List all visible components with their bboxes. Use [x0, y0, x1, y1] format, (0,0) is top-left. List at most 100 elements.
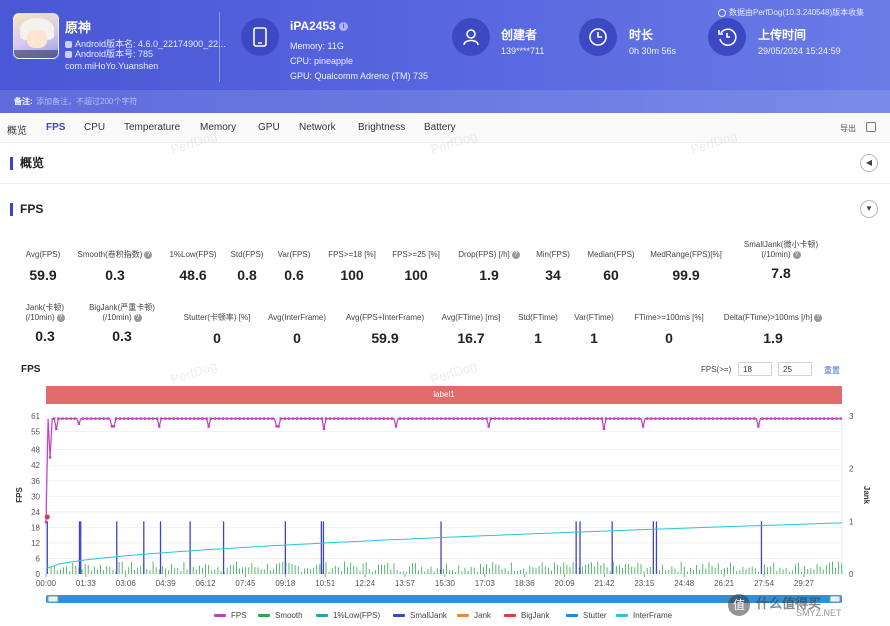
stat-label-unit: (/10min)?: [67, 313, 177, 323]
help-icon[interactable]: ?: [814, 313, 823, 322]
x-tick-label: 18:36: [515, 579, 536, 588]
fps-point: [345, 417, 348, 420]
fps-point: [176, 417, 179, 420]
clock-icon: [579, 18, 617, 56]
fps-point: [596, 417, 599, 420]
fps-point: [670, 417, 674, 420]
legend-item[interactable]: BigJank: [504, 611, 549, 620]
fps-point: [320, 417, 324, 420]
legend-item[interactable]: InterFrame: [616, 611, 672, 620]
tab-cpu[interactable]: CPU: [84, 122, 105, 133]
fps-point: [740, 417, 744, 420]
help-icon[interactable]: ?: [792, 250, 801, 259]
app-version-code: Android版本号: 785: [65, 47, 153, 60]
fps-point: [460, 417, 464, 420]
legend-item[interactable]: SmallJank: [393, 611, 447, 620]
fps-point: [386, 417, 389, 420]
fps-point: [263, 417, 266, 420]
export-icon[interactable]: [866, 122, 876, 132]
fps-point: [526, 417, 529, 420]
fps-filter-input-a[interactable]: 18: [738, 362, 772, 376]
fps-point: [415, 417, 418, 420]
fps-point: [473, 417, 476, 420]
fps-point: [267, 417, 270, 420]
tab-network[interactable]: Network: [299, 122, 336, 133]
tab-overview[interactable]: 概览: [7, 122, 27, 137]
fps-point: [588, 417, 591, 420]
collapse-down-icon[interactable]: ▼: [860, 200, 878, 218]
legend-label: Jank: [474, 611, 491, 620]
fps-point: [765, 417, 768, 420]
fps-point: [493, 417, 497, 420]
legend-item[interactable]: Smooth: [258, 611, 303, 620]
fps-point: [110, 425, 114, 428]
tab-battery[interactable]: Battery: [424, 122, 456, 133]
note-input[interactable]: 添加备注，不超过200个字符: [36, 96, 137, 107]
help-icon[interactable]: ?: [133, 313, 142, 322]
x-tick-label: 00:00: [36, 579, 57, 588]
fps-filter-input-b[interactable]: 25: [778, 362, 812, 376]
tab-gpu[interactable]: GPU: [258, 122, 280, 133]
fps-point: [794, 417, 797, 420]
fps-point: [629, 417, 632, 420]
fps-point: [112, 425, 116, 428]
tab-fps[interactable]: FPS: [46, 122, 65, 133]
fps-point: [831, 417, 834, 420]
android-icon: [65, 51, 72, 59]
fps-point: [608, 417, 612, 420]
fps-point: [555, 417, 558, 420]
overview-title: 概览: [10, 157, 44, 170]
fps-point: [814, 417, 818, 420]
legend-item[interactable]: Jank: [457, 611, 491, 620]
scrollbar-handle-left[interactable]: [47, 595, 59, 603]
x-tick-label: 09:18: [275, 579, 296, 588]
fps-point: [604, 417, 608, 420]
fps-point: [304, 417, 307, 420]
fps-point: [584, 417, 587, 420]
fps-point: [341, 417, 344, 420]
export-button[interactable]: 导出: [840, 123, 856, 134]
tab-temperature[interactable]: Temperature: [124, 122, 180, 133]
fps-point: [403, 417, 406, 420]
fps-point: [530, 417, 534, 420]
tab-bar: 概览 FPS CPU Temperature Memory GPU Networ…: [0, 113, 890, 143]
collapse-left-icon[interactable]: ◀: [860, 154, 878, 172]
reset-link[interactable]: 重置: [824, 365, 840, 376]
tab-memory[interactable]: Memory: [200, 122, 236, 133]
fps-point: [143, 417, 147, 420]
fps-point: [773, 417, 777, 420]
label-bar[interactable]: label1: [46, 386, 842, 404]
stat-value: 99.9: [672, 267, 700, 283]
watermark: PerfDog: [428, 357, 479, 388]
fps-chart[interactable]: 061218243036424855610123FPS Jank00:00 01:3…: [0, 404, 890, 608]
y-tick-label: 24: [31, 508, 40, 517]
fps-point: [155, 417, 159, 420]
fps-point: [254, 417, 258, 420]
fps-point: [662, 417, 665, 420]
info-icon[interactable]: i: [339, 22, 349, 32]
legend-item[interactable]: Stutter: [566, 611, 607, 620]
legend-label: 1%Low(FPS): [333, 611, 381, 620]
fps-point: [423, 417, 427, 420]
x-tick-label: 12:24: [355, 579, 376, 588]
fps-point: [732, 417, 735, 420]
fps-point: [674, 417, 678, 420]
fps-point: [707, 417, 711, 420]
tab-brightness[interactable]: Brightness: [358, 122, 405, 133]
fps-point: [279, 417, 282, 420]
fps-point: [250, 417, 254, 420]
time-scrollbar[interactable]: [46, 595, 842, 603]
fps-point: [184, 417, 188, 420]
help-icon[interactable]: ?: [56, 313, 65, 322]
fps-point: [98, 417, 101, 420]
chart-title: FPS: [21, 364, 41, 375]
fps-point: [757, 425, 760, 428]
fps-point: [333, 417, 336, 420]
fps-point: [61, 417, 64, 420]
legend-item[interactable]: FPS: [214, 611, 247, 620]
stat-label: SmallJank(微小卡顿): [743, 240, 819, 249]
legend-item[interactable]: 1%Low(FPS): [316, 611, 380, 620]
fps-point: [711, 417, 715, 420]
fps-point: [328, 417, 332, 420]
fps-point: [69, 417, 72, 420]
